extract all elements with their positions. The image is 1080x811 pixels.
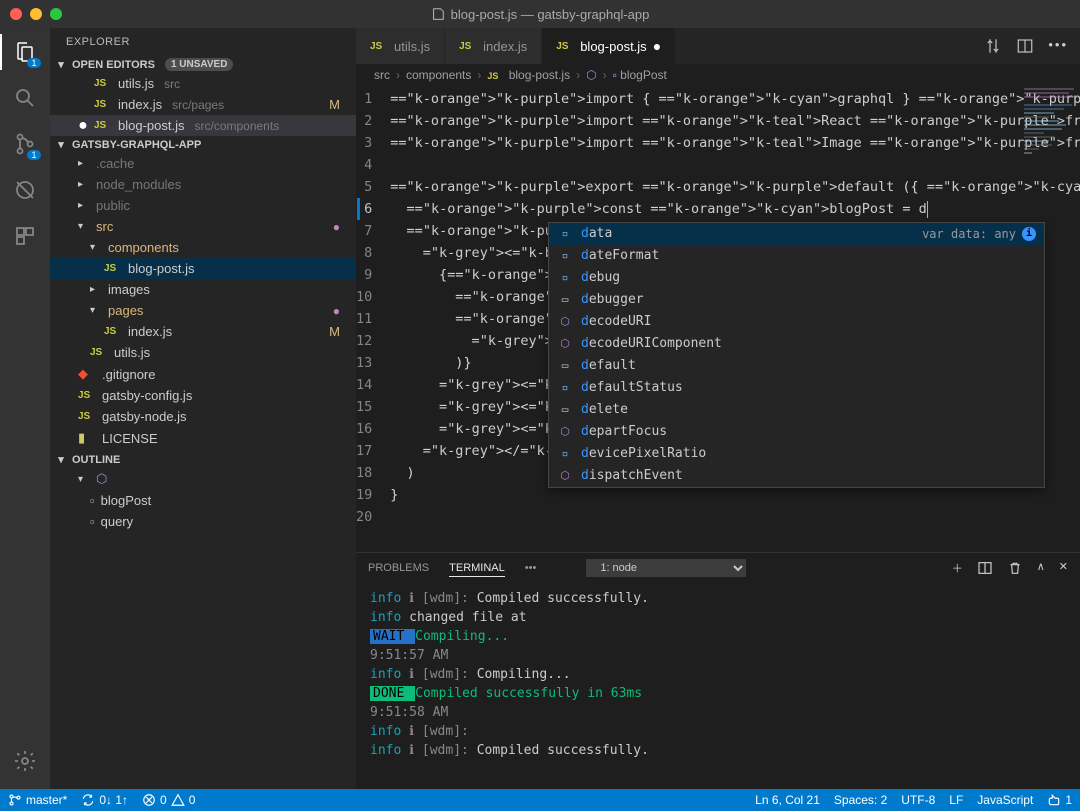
terminal-output[interactable]: info ℹ [wdm]: Compiled successfully.info… — [356, 583, 1080, 789]
open-editors-header[interactable]: ▾ OPEN EDITORS 1 UNSAVED — [50, 56, 356, 73]
suggest-item[interactable]: ▭debugger — [549, 289, 1044, 311]
scm-badge: 1 — [27, 150, 41, 160]
close-panel-icon[interactable]: ✕ — [1059, 560, 1068, 576]
file-item[interactable]: JSutils.js — [50, 342, 356, 363]
more-actions-icon[interactable]: ••• — [1048, 37, 1068, 55]
suggest-item[interactable]: ▫defaultStatus — [549, 377, 1044, 399]
suggest-item[interactable]: ▫dateFormat — [549, 245, 1044, 267]
folder-item[interactable]: ▾components — [50, 237, 356, 258]
code-editor[interactable]: 1234567891011121314151617181920 =="k-ora… — [356, 86, 1080, 552]
outline-item[interactable]: ▾⬡ — [50, 468, 356, 490]
suggest-item[interactable]: ⬡dispatchEvent — [549, 465, 1044, 487]
status-feedback[interactable]: 1 — [1047, 793, 1072, 807]
file-item[interactable]: JSindex.jsM — [50, 321, 356, 342]
project-header[interactable]: ▾ GATSBY-GRAPHQL-APP — [50, 136, 356, 153]
status-language[interactable]: JavaScript — [977, 793, 1033, 807]
file-item[interactable]: ◆.gitignore — [50, 363, 356, 385]
explorer-badge: 1 — [27, 58, 41, 68]
suggest-item[interactable]: ▭delete — [549, 399, 1044, 421]
panel-tab-problems[interactable]: PROBLEMS — [368, 560, 429, 576]
status-problems[interactable]: 0 0 — [142, 793, 195, 807]
suggest-item[interactable]: ▫devicePixelRatio — [549, 443, 1044, 465]
window-title: blog-post.js — gatsby-graphql-app — [0, 7, 1080, 22]
breadcrumb[interactable]: src›components›JS blog-post.js›⬡ ›▫ blog… — [356, 64, 1080, 86]
suggest-item[interactable]: ▭default — [549, 355, 1044, 377]
folder-item[interactable]: ▸.cache — [50, 153, 356, 174]
folder-item[interactable]: ▸images — [50, 279, 356, 300]
suggest-item[interactable]: ⬡decodeURI — [549, 311, 1044, 333]
status-sync[interactable]: 0↓ 1↑ — [81, 793, 128, 807]
folder-item[interactable]: ▸public — [50, 195, 356, 216]
folder-item[interactable]: ▾src● — [50, 216, 356, 237]
activity-settings[interactable] — [11, 747, 39, 775]
editor-tab[interactable]: JSindex.js — [445, 28, 542, 64]
activity-source-control[interactable]: 1 — [11, 130, 39, 158]
open-editor-item[interactable]: JSindex.jssrc/pagesM — [50, 94, 356, 115]
editor-tabs: JSutils.jsJSindex.jsJSblog-post.js● ••• — [356, 28, 1080, 64]
activity-explorer[interactable]: 1 — [11, 38, 39, 66]
status-bar: master* 0↓ 1↑ 0 0 Ln 6, Col 21 Spaces: 2… — [0, 789, 1080, 811]
sidebar: EXPLORER ▾ OPEN EDITORS 1 UNSAVED JSutil… — [50, 28, 356, 789]
unsaved-badge: 1 UNSAVED — [165, 58, 234, 71]
title-bar: blog-post.js — gatsby-graphql-app — [0, 0, 1080, 28]
outline-item[interactable]: ▫ blogPost — [50, 490, 356, 511]
maximize-panel-icon[interactable]: ∧ — [1037, 560, 1045, 576]
file-item[interactable]: JSgatsby-node.js — [50, 406, 356, 427]
file-item[interactable]: ▮LICENSE — [50, 427, 356, 449]
status-encoding[interactable]: UTF-8 — [901, 793, 935, 807]
kill-terminal-icon[interactable] — [1007, 560, 1023, 576]
file-item[interactable]: JSblog-post.js — [50, 258, 356, 279]
split-editor-icon[interactable] — [1016, 37, 1034, 55]
bottom-panel: PROBLEMS TERMINAL ••• 1: node ＋ ∧ ✕ info… — [356, 552, 1080, 789]
status-cursor[interactable]: Ln 6, Col 21 — [755, 793, 820, 807]
folder-item[interactable]: ▸node_modules — [50, 174, 356, 195]
compare-changes-icon[interactable] — [984, 37, 1002, 55]
suggest-item[interactable]: ⬡departFocus — [549, 421, 1044, 443]
editor-tab[interactable]: JSblog-post.js● — [542, 28, 676, 64]
activity-bar: 1 1 — [0, 28, 50, 789]
panel-tab-more[interactable]: ••• — [525, 560, 537, 576]
new-terminal-icon[interactable]: ＋ — [952, 560, 963, 576]
sidebar-title: EXPLORER — [50, 28, 356, 56]
status-spaces[interactable]: Spaces: 2 — [834, 793, 887, 807]
suggest-item[interactable]: ▫datavar data: any i — [549, 223, 1044, 245]
open-editor-item[interactable]: ●JSblog-post.jssrc/components — [50, 115, 356, 136]
folder-item[interactable]: ▾pages● — [50, 300, 356, 321]
terminal-select[interactable]: 1: node — [586, 559, 746, 577]
status-eol[interactable]: LF — [949, 793, 963, 807]
activity-search[interactable] — [11, 84, 39, 112]
status-branch[interactable]: master* — [8, 793, 67, 807]
editor-tab[interactable]: JSutils.js — [356, 28, 445, 64]
panel-tab-terminal[interactable]: TERMINAL — [449, 560, 505, 577]
split-terminal-icon[interactable] — [977, 560, 993, 576]
outline-header[interactable]: ▾ OUTLINE — [50, 451, 356, 468]
outline-item[interactable]: ▫ query — [50, 511, 356, 532]
suggest-item[interactable]: ▫debug — [549, 267, 1044, 289]
activity-extensions[interactable] — [11, 222, 39, 250]
activity-debug[interactable] — [11, 176, 39, 204]
suggest-item[interactable]: ⬡decodeURIComponent — [549, 333, 1044, 355]
open-editor-item[interactable]: JSutils.jssrc — [50, 73, 356, 94]
intellisense-popup[interactable]: ▫datavar data: any i▫dateFormat▫debug▭de… — [548, 222, 1045, 488]
file-item[interactable]: JSgatsby-config.js — [50, 385, 356, 406]
